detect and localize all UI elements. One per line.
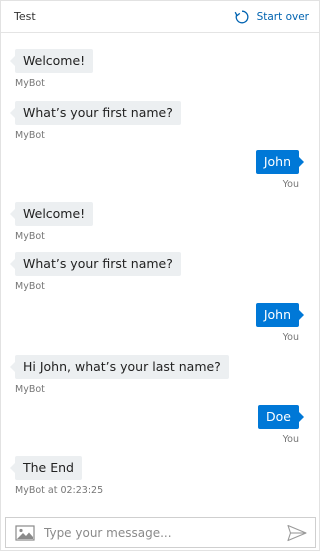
message-meta: You xyxy=(282,434,299,445)
message-bot: Welcome! MyBot xyxy=(9,49,94,89)
chat-header: Test Start over xyxy=(1,1,319,33)
chat-window: Test Start over Welcome! MyBot What’s yo… xyxy=(0,0,320,551)
message-composer xyxy=(5,517,316,548)
message-bot: Welcome! MyBot xyxy=(9,202,94,242)
message-bot: What’s your first name? MyBot xyxy=(10,101,181,141)
message-bubble: Welcome! xyxy=(9,49,94,73)
message-bubble: John xyxy=(255,303,305,327)
message-bubble: What’s your first name? xyxy=(10,252,181,276)
start-over-button[interactable]: Start over xyxy=(234,8,309,26)
message-meta: MyBot xyxy=(15,130,45,141)
message-user: John You xyxy=(255,150,305,190)
message-bubble: What’s your first name? xyxy=(10,101,181,125)
chat-title: Test xyxy=(14,10,36,23)
message-meta: MyBot xyxy=(15,231,45,242)
message-meta: You xyxy=(282,332,299,343)
message-bot: The End MyBot at 02:23:25 xyxy=(10,456,104,496)
message-bot: Hi John, what’s your last name? MyBot xyxy=(10,355,229,395)
message-bubble: Hi John, what’s your last name? xyxy=(10,355,229,379)
message-bubble: Doe xyxy=(258,405,304,429)
image-icon[interactable] xyxy=(15,525,35,541)
send-icon[interactable] xyxy=(287,524,307,542)
message-bubble: Welcome! xyxy=(9,202,94,226)
message-user: Doe You xyxy=(258,405,304,445)
message-meta: MyBot xyxy=(15,78,45,89)
message-meta: MyBot xyxy=(15,281,45,292)
message-bot: What’s your first name? MyBot xyxy=(10,252,181,292)
message-input[interactable] xyxy=(44,522,274,544)
message-user: John You xyxy=(255,303,305,343)
refresh-icon xyxy=(234,10,249,24)
message-meta: MyBot at 02:23:25 xyxy=(15,485,104,496)
message-meta: You xyxy=(282,179,299,190)
message-meta: MyBot xyxy=(15,384,45,395)
message-list[interactable]: Welcome! MyBot What’s your first name? M… xyxy=(1,34,319,509)
message-bubble: John xyxy=(255,150,305,174)
start-over-label: Start over xyxy=(256,11,309,23)
message-bubble: The End xyxy=(10,456,82,480)
